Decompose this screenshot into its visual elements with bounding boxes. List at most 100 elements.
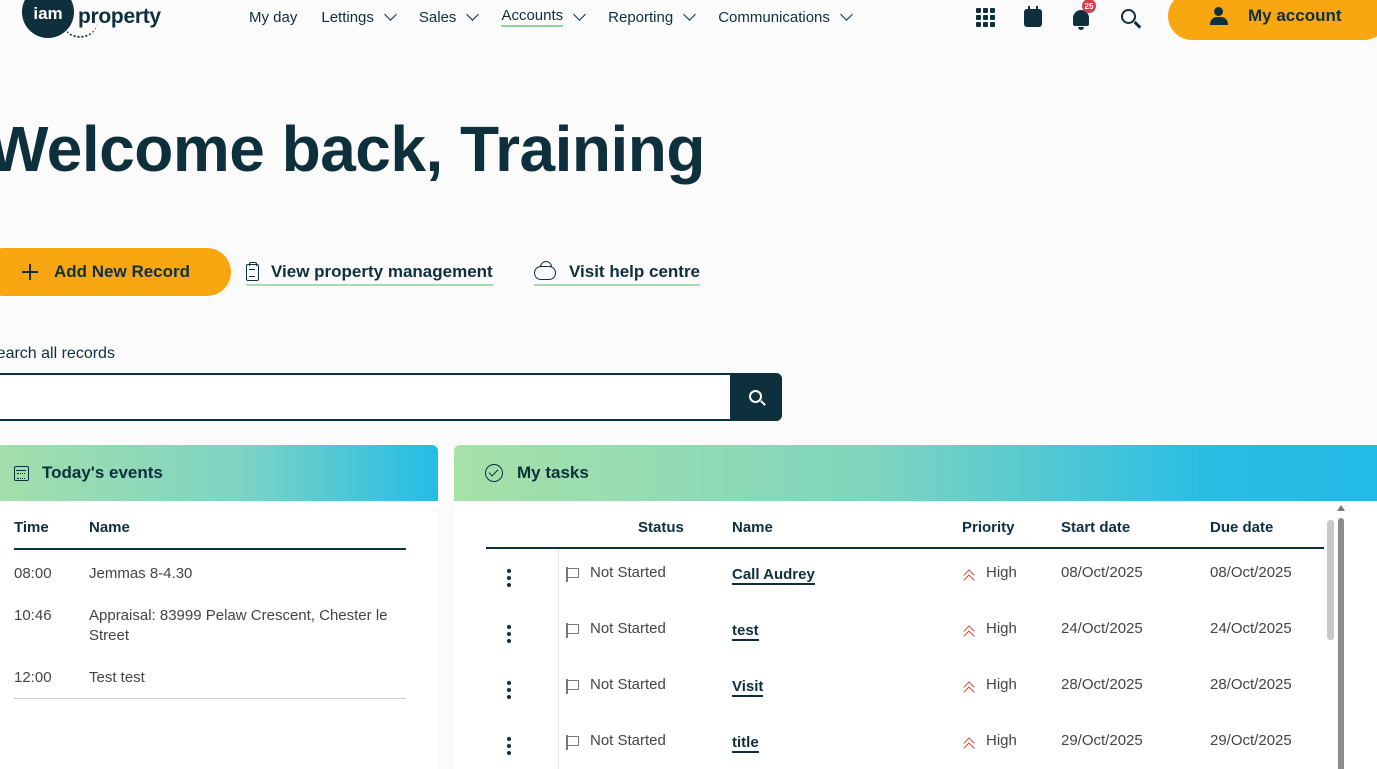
task-priority: High [986,564,1017,581]
main-nav: My day Lettings Sales Accounts Reporting… [249,6,875,28]
my-tasks-header: My tasks [454,445,1377,501]
nav-label: My day [249,8,298,26]
column-header-status[interactable]: Status [638,519,684,536]
event-time: 10:46 [14,607,52,624]
flag-icon [566,735,580,750]
task-priority: High [986,732,1017,749]
task-name-link[interactable]: test [732,623,759,641]
row-divider [558,717,559,769]
task-start-date: 24/Oct/2025 [1061,620,1143,637]
priority-high-icon [962,681,976,695]
chevron-down-icon [573,8,587,21]
task-status: Not Started [590,676,666,693]
clipboard-icon [246,261,259,281]
page-title: Welcome back, Training [0,113,705,185]
tasks-scrollbar[interactable] [1334,505,1345,769]
tasks-table-header: Status Name Priority Start date Due date [486,519,1324,549]
nav-accounts[interactable]: Accounts [501,6,587,28]
search-icon[interactable] [1118,6,1140,28]
nav-label: Lettings [321,8,374,26]
search-icon [748,389,762,403]
task-name-link[interactable]: Visit [732,679,764,697]
events-table-header: Time Name [14,519,406,550]
column-header-due-date[interactable]: Due date [1210,519,1273,536]
nav-reporting[interactable]: Reporting [608,6,697,28]
more-options-icon[interactable] [506,737,512,755]
task-priority: High [986,676,1017,693]
notification-badge: 25 [1082,0,1096,13]
bell-icon[interactable]: 25 [1070,0,1096,30]
task-row: Not Started test High 24/Oct/2025 24/Oct… [486,605,1324,661]
my-account-button[interactable]: My account [1168,0,1377,40]
search-submit-button[interactable] [730,373,782,421]
user-icon [1210,7,1228,25]
row-divider [558,661,559,717]
priority-high-icon [962,569,976,583]
visit-help-centre-label: Visit help centre [569,262,701,281]
tasks-table: Status Name Priority Start date Due date… [486,519,1324,769]
task-name-link[interactable]: Call Audrey [732,567,815,585]
chevron-down-icon [466,8,480,21]
search-label: Search all records [0,345,115,362]
task-start-date: 08/Oct/2025 [1061,564,1143,581]
nav-lettings[interactable]: Lettings [321,6,397,28]
nav-label: Reporting [608,8,674,26]
visit-help-centre-link[interactable]: Visit help centre [534,262,701,286]
my-tasks-title: My tasks [517,463,589,482]
nav-sales[interactable]: Sales [418,6,480,28]
priority-high-icon [962,737,976,751]
column-header-priority[interactable]: Priority [962,519,1015,536]
scroll-thumb[interactable] [1338,518,1344,769]
column-header-name[interactable]: Name [732,519,773,536]
logo[interactable]: iam property [22,0,161,38]
row-divider [558,605,559,661]
event-row[interactable]: 10:46 Appraisal: 83999 Pelaw Crescent, C… [14,592,406,654]
chevron-down-icon [840,8,853,21]
task-start-date: 29/Oct/2025 [1061,732,1143,749]
apps-grid-icon[interactable] [974,6,996,28]
task-name-link[interactable]: title [732,735,759,753]
task-status: Not Started [590,564,666,581]
event-name: Appraisal: 83999 Pelaw Crescent, Chester… [89,607,388,644]
todays-events-title: Today's events [42,463,163,482]
more-options-icon[interactable] [506,569,512,587]
nav-label: Accounts [501,7,564,27]
check-circle-icon [485,464,503,482]
top-header: iam property My day Lettings Sales Accou… [0,0,1377,40]
task-priority: High [986,620,1017,637]
event-name: Jemmas 8-4.30 [89,565,193,582]
view-property-management-label: View property management [271,262,493,281]
event-time: 12:00 [14,669,52,686]
column-header-start-date[interactable]: Start date [1061,519,1130,536]
task-due-date: 29/Oct/2025 [1210,732,1292,749]
priority-high-icon [962,625,976,639]
my-account-label: My account [1248,6,1342,25]
header-icons: 25 [974,0,1166,30]
event-row[interactable]: 08:00 Jemmas 8-4.30 [14,550,406,592]
chevron-down-icon [683,8,697,21]
column-header-time: Time [14,519,49,536]
tasks-inner-scrollbar[interactable] [1327,520,1334,640]
scroll-up-icon[interactable] [1337,505,1345,511]
search-box [0,373,782,421]
task-row: Not Started title High 29/Oct/2025 29/Oc… [486,717,1324,769]
add-new-record-button[interactable]: Add New Record [0,248,231,296]
task-row: Not Started Call Audrey High 08/Oct/2025… [486,549,1324,605]
task-due-date: 24/Oct/2025 [1210,620,1292,637]
nav-label: Communications [718,8,830,26]
event-row[interactable]: 12:00 Test test [14,654,406,696]
todays-events-panel: Today's events Time Name 08:00 Jemmas 8-… [0,445,438,769]
task-status: Not Started [590,620,666,637]
more-options-icon[interactable] [506,625,512,643]
nav-label: Sales [418,8,457,26]
calendar-icon[interactable] [1022,6,1044,28]
column-header-name: Name [89,519,130,536]
nav-communications[interactable]: Communications [718,6,853,28]
task-start-date: 28/Oct/2025 [1061,676,1143,693]
search-input[interactable] [0,375,732,419]
view-property-management-link[interactable]: View property management [246,261,493,286]
more-options-icon[interactable] [506,681,512,699]
events-table: Time Name 08:00 Jemmas 8-4.30 10:46 Appr… [14,519,406,699]
chevron-down-icon [384,8,397,21]
nav-my-day[interactable]: My day [249,6,297,28]
